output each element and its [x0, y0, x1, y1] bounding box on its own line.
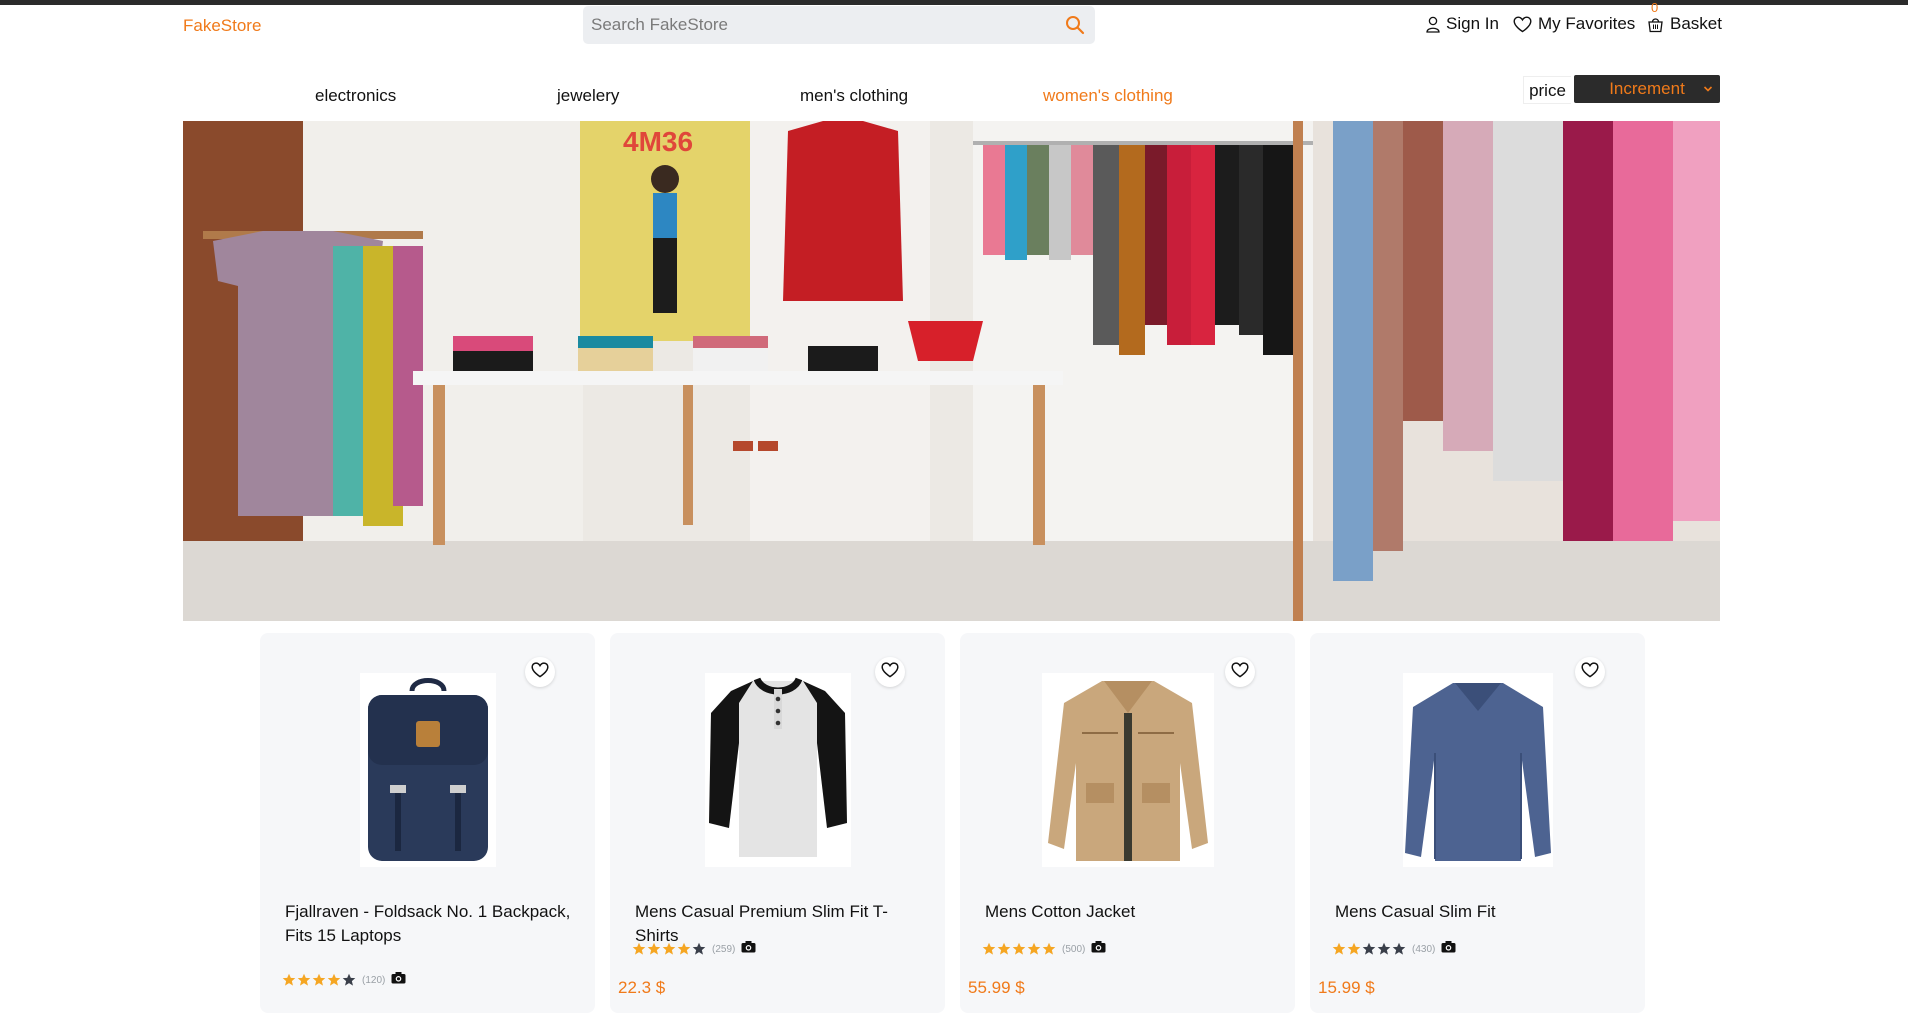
star-icon [342, 973, 356, 986]
rating-row: (430) [1332, 940, 1456, 958]
heart-icon [1231, 661, 1249, 683]
star-icon [327, 973, 341, 986]
star-icon [692, 942, 706, 955]
star-icon [662, 942, 676, 955]
star-icon [312, 973, 326, 986]
search-input[interactable] [591, 6, 1041, 44]
star-icon [1012, 942, 1026, 955]
price-sort-select[interactable]: Increment [1574, 75, 1720, 103]
star-icon [997, 942, 1011, 955]
product-image[interactable] [704, 673, 851, 867]
favorite-button[interactable] [525, 657, 555, 687]
basket-icon [1647, 16, 1664, 33]
star-icon [1347, 942, 1361, 955]
star-icon [1392, 942, 1406, 955]
star-icon [677, 942, 691, 955]
category-mens-clothing[interactable]: men's clothing [800, 86, 908, 106]
star-icon [297, 973, 311, 986]
camera-icon[interactable] [741, 940, 756, 958]
product-title[interactable]: Mens Casual Slim Fit [1335, 900, 1625, 924]
basket-count-badge: 0 [1651, 0, 1659, 15]
star-icon [1027, 942, 1041, 955]
category-womens-clothing[interactable]: women's clothing [1043, 86, 1173, 106]
star-icon [1362, 942, 1376, 955]
star-icon [982, 942, 996, 955]
product-image[interactable] [1041, 673, 1214, 867]
category-electronics[interactable]: electronics [315, 86, 396, 106]
star-rating [632, 942, 706, 956]
camera-icon[interactable] [1091, 940, 1106, 958]
product-card[interactable]: Fjallraven - Foldsack No. 1 Backpack, Fi… [260, 633, 595, 1013]
heart-icon [531, 661, 549, 683]
star-rating [1332, 942, 1406, 956]
hero-banner-image: 4M36 [183, 121, 1720, 621]
heart-icon [881, 661, 899, 683]
chevron-down-icon [1703, 76, 1713, 102]
search-bar[interactable] [583, 6, 1095, 44]
star-icon [647, 942, 661, 955]
rating-row: (500) [982, 940, 1106, 958]
star-icon [1332, 942, 1346, 955]
product-card[interactable]: Mens Casual Premium Slim Fit T-Shirts (2… [610, 633, 945, 1013]
product-card[interactable]: Mens Casual Slim Fit (430) 15.99 $ [1310, 633, 1645, 1013]
heart-icon [1581, 661, 1599, 683]
review-count: (259) [712, 943, 736, 955]
price-sort-value: Increment [1609, 79, 1685, 98]
favorite-button[interactable] [1575, 657, 1605, 687]
rating-row: (259) [632, 940, 756, 958]
camera-icon[interactable] [1441, 940, 1456, 958]
star-rating [982, 942, 1056, 956]
review-count: (120) [362, 974, 386, 986]
logo[interactable]: FakeStore [183, 16, 261, 36]
product-image[interactable] [359, 673, 496, 867]
rating-row: (120) [282, 971, 406, 989]
product-card[interactable]: Mens Cotton Jacket (500) 55.99 $ [960, 633, 1295, 1013]
basket-link[interactable]: Basket [1647, 14, 1722, 34]
sign-in-link[interactable]: Sign In [1426, 14, 1499, 34]
star-icon [1377, 942, 1391, 955]
star-rating [282, 973, 356, 987]
price-sort-label: price [1523, 76, 1571, 104]
user-icon [1426, 16, 1440, 33]
sign-in-label: Sign In [1446, 14, 1499, 33]
product-image[interactable] [1402, 673, 1553, 867]
product-price: 55.99 $ [968, 978, 1025, 997]
star-icon [1042, 942, 1056, 955]
category-jewelery[interactable]: jewelery [557, 86, 619, 106]
heart-icon [1513, 15, 1532, 33]
product-title[interactable]: Mens Cotton Jacket [985, 900, 1275, 924]
review-count: (500) [1062, 943, 1086, 955]
star-icon [282, 973, 296, 986]
star-icon [632, 942, 646, 955]
camera-icon[interactable] [391, 971, 406, 989]
my-favorites-label: My Favorites [1538, 14, 1636, 33]
my-favorites-link[interactable]: My Favorites [1513, 14, 1635, 34]
product-title[interactable]: Fjallraven - Foldsack No. 1 Backpack, Fi… [285, 900, 575, 948]
favorite-button[interactable] [1225, 657, 1255, 687]
product-price: 22.3 $ [618, 978, 666, 997]
top-border [0, 0, 1908, 5]
basket-label: Basket [1670, 14, 1722, 33]
review-count: (430) [1412, 943, 1436, 955]
product-price: 15.99 $ [1318, 978, 1375, 997]
search-icon[interactable] [1065, 15, 1085, 35]
favorite-button[interactable] [875, 657, 905, 687]
svg-text:4M36: 4M36 [623, 126, 693, 157]
